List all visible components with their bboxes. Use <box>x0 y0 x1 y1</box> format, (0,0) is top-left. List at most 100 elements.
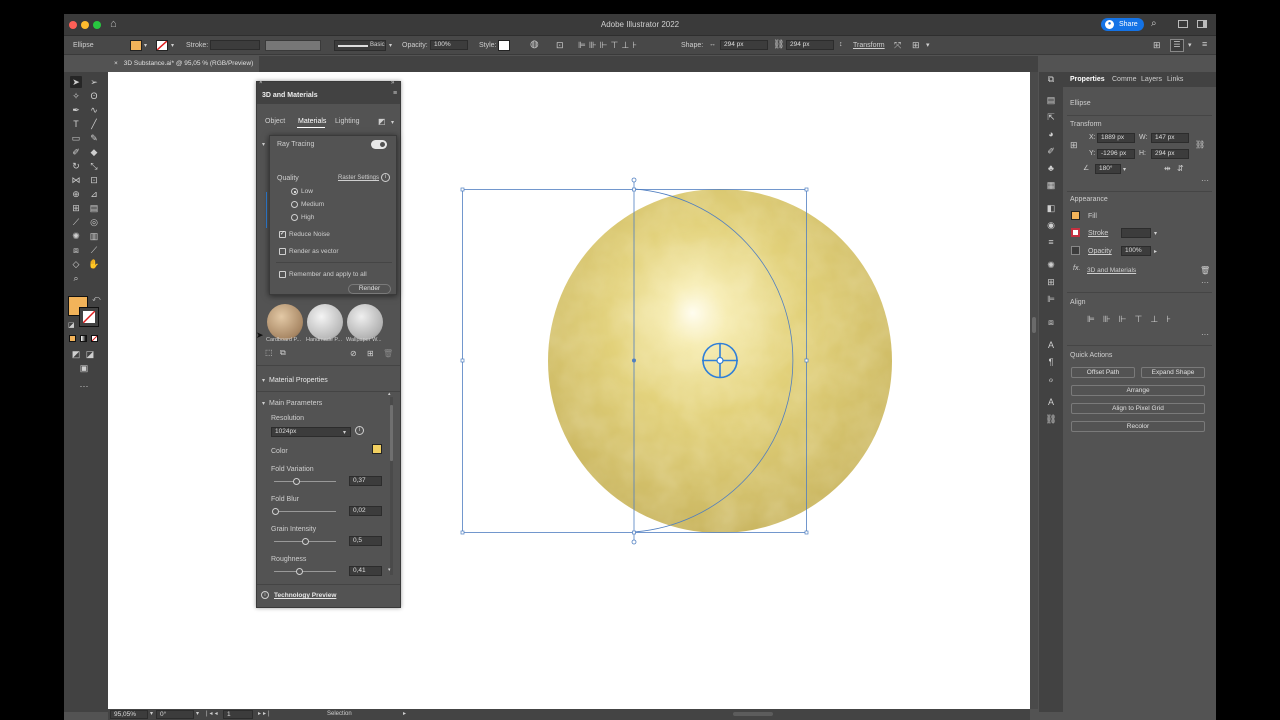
more-options-icon[interactable]: ··· <box>1201 330 1209 339</box>
tab-materials[interactable]: Materials <box>298 118 326 125</box>
flip-horizontal-icon[interactable]: ⇹ <box>1164 164 1171 173</box>
x-field[interactable]: 1889 px <box>1097 133 1135 143</box>
recolor-button[interactable]: Recolor <box>1071 421 1205 432</box>
variable-width-profile[interactable] <box>265 40 321 51</box>
param-slider[interactable] <box>274 571 336 572</box>
offset-path-button[interactable]: Offset Path <box>1071 367 1135 378</box>
screen-mode-icon[interactable]: ▣ <box>78 362 90 374</box>
symbols-panel-icon[interactable]: ♣ <box>1045 162 1057 174</box>
height-field[interactable]: 294 px <box>786 40 834 50</box>
technology-preview-link[interactable]: Technology Preview <box>274 592 336 599</box>
resize-handle[interactable] <box>632 530 636 535</box>
tab-object[interactable]: Object <box>265 118 285 125</box>
recolor-icon[interactable]: ◍ <box>530 39 539 50</box>
render-vector-checkbox[interactable] <box>279 248 286 255</box>
chevron-down-icon[interactable]: ▾ <box>262 141 265 148</box>
w-field[interactable]: 147 px <box>1151 133 1189 143</box>
image-trace-icon[interactable]: ⧈ <box>1045 316 1057 328</box>
info-icon[interactable]: i <box>381 173 390 182</box>
tab-comments[interactable]: Comme <box>1112 76 1137 83</box>
param-slider-knob[interactable] <box>271 508 279 515</box>
hand-tool-icon[interactable]: ✋ <box>88 258 100 270</box>
vertical-scrollbar[interactable] <box>1030 72 1038 709</box>
more-options-icon[interactable]: ··· <box>1201 278 1209 287</box>
param-slider-knob[interactable] <box>293 478 301 485</box>
artboard-tool-icon[interactable]: ⧈ <box>70 244 82 256</box>
free-transform-tool-icon[interactable]: ⊡ <box>88 174 100 186</box>
param-value-field[interactable]: 0,02 <box>349 506 382 516</box>
quality-high-radio[interactable] <box>291 214 298 221</box>
param-value-field[interactable]: 0,41 <box>349 566 382 576</box>
3d-rotation-widget[interactable] <box>702 342 738 379</box>
resize-handle[interactable] <box>804 187 809 192</box>
resize-handle[interactable] <box>460 187 465 192</box>
artboards-panel-icon[interactable]: ⧉ <box>1045 73 1057 85</box>
chevron-down-icon[interactable]: ▾ <box>196 710 199 717</box>
no-material-icon[interactable]: ⊘ <box>350 349 357 358</box>
none-mode-icon[interactable] <box>91 335 98 342</box>
add-material-icon[interactable]: ⬚ <box>265 348 273 357</box>
effect-link[interactable]: 3D and Materials <box>1087 267 1136 274</box>
pen-tool-icon[interactable]: ✒ <box>70 104 82 116</box>
workspace-icon[interactable] <box>1178 20 1188 28</box>
lasso-tool-icon[interactable]: ʘ <box>88 90 100 102</box>
chevron-down-icon[interactable]: ▾ <box>391 119 394 126</box>
eyedropper-tool-icon[interactable]: ⟋ <box>70 216 82 228</box>
transparency-panel-icon[interactable]: ◧ <box>1045 202 1057 214</box>
appearance-panel-icon[interactable]: ◉ <box>1045 219 1057 231</box>
swatches-panel-icon[interactable]: ▦ <box>1045 179 1057 191</box>
color-mode-icon[interactable] <box>69 335 76 342</box>
artboard-prev-icon[interactable]: |◂◂ <box>206 710 220 717</box>
angle-field[interactable]: 180° <box>1095 164 1121 174</box>
paragraph-panel-icon[interactable]: ¶ <box>1045 356 1057 368</box>
asset-export-icon[interactable]: ⇱ <box>1045 111 1057 123</box>
reduce-noise-checkbox[interactable]: ✓ <box>279 231 286 238</box>
panel-toggle-icon[interactable] <box>1197 20 1207 28</box>
width-field[interactable]: 294 px <box>720 40 768 50</box>
link-icon[interactable]: ⛓ <box>773 39 784 50</box>
close-icon[interactable]: × <box>259 80 263 86</box>
close-icon[interactable]: × <box>114 60 118 67</box>
scale-tool-icon[interactable]: ⤡ <box>88 160 100 172</box>
rotate-handle[interactable] <box>631 539 637 545</box>
gradient-mode-icon[interactable] <box>80 335 87 342</box>
fill-swatch[interactable] <box>130 40 142 51</box>
selection-tool-icon[interactable]: ➤ <box>70 76 82 88</box>
resolution-dropdown[interactable]: 1024px <box>271 427 351 437</box>
gradient-panel-icon[interactable]: ✺ <box>1045 259 1057 271</box>
stroke-weight-field[interactable] <box>1121 228 1151 238</box>
align-buttons-icon[interactable]: ⊫⊪⊩⊤⊥⊦ <box>578 40 640 51</box>
graph-tool-icon[interactable]: ▥ <box>88 230 100 242</box>
horizontal-scrollbar[interactable] <box>733 712 773 716</box>
tab-lighting[interactable]: Lighting <box>335 118 360 125</box>
arrange-button[interactable]: Arrange <box>1071 385 1205 396</box>
slice-tool-icon[interactable]: ⟋ <box>88 244 100 256</box>
material-cardboard[interactable] <box>267 304 303 340</box>
resize-handle[interactable] <box>460 530 465 535</box>
delete-material-icon[interactable]: 🗑 <box>383 349 393 358</box>
tab-layers[interactable]: Layers <box>1141 76 1162 83</box>
image-material-icon[interactable]: ⧉ <box>280 348 286 358</box>
brushes-panel-icon[interactable]: ✐ <box>1045 145 1057 157</box>
align-pixel-grid-button[interactable]: Align to Pixel Grid <box>1071 403 1205 414</box>
gradient-tool-icon[interactable]: ▤ <box>88 202 100 214</box>
draw-inside-icon[interactable]: ◪ <box>84 348 96 360</box>
mesh-tool-icon[interactable]: ⊞ <box>70 202 82 214</box>
fill-swatch[interactable] <box>1071 211 1080 220</box>
chevron-down-icon[interactable]: ▾ <box>262 377 265 384</box>
tab-properties[interactable]: Properties <box>1070 76 1105 83</box>
stroke-weight-field[interactable] <box>210 40 260 50</box>
shape-builder-tool-icon[interactable]: ⊕ <box>70 188 82 200</box>
opacity-label[interactable]: Opacity <box>1088 248 1112 255</box>
rotation-field[interactable]: 0° <box>156 710 194 719</box>
curvature-tool-icon[interactable]: ∿ <box>88 104 100 116</box>
pathfinder-panel-icon[interactable]: ⊞ <box>1045 276 1057 288</box>
chevron-down-icon[interactable]: ▾ <box>150 710 153 717</box>
document-tab[interactable]: × 3D Substance.ai* @ 95,05 % (RGB/Preview… <box>108 56 260 72</box>
line-tool-icon[interactable]: ╱ <box>88 118 100 130</box>
raster-settings-link[interactable]: Raster Settings <box>338 175 379 181</box>
eraser-tool-icon[interactable]: ◇ <box>70 258 82 270</box>
reference-point-icon[interactable]: ⊞ <box>1070 140 1078 151</box>
opacity-field[interactable]: 100% <box>430 40 468 50</box>
graphic-style-swatch[interactable] <box>498 40 510 51</box>
